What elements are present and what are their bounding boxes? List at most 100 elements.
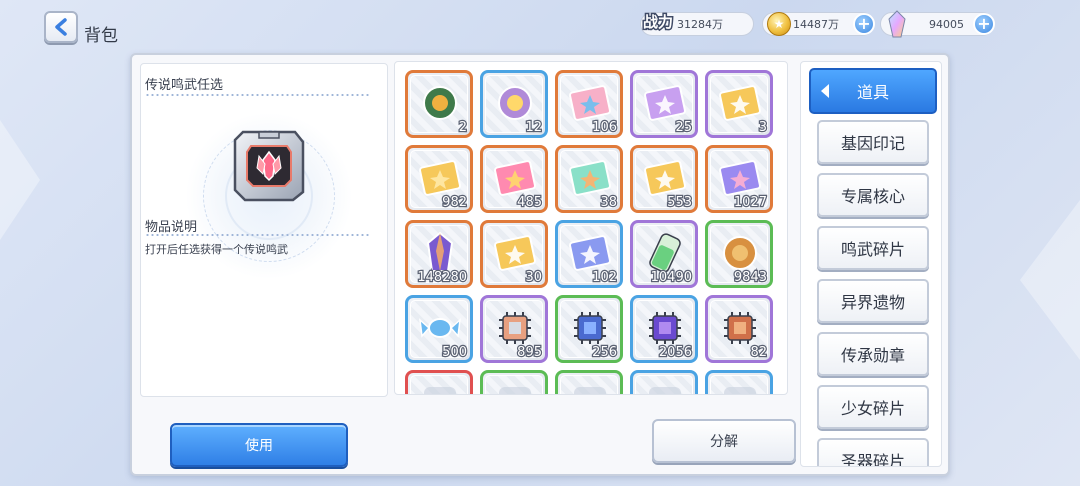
inventory-slot[interactable]: 102 (555, 220, 623, 288)
category-label: 鸣武碎片 (840, 240, 905, 259)
inventory-slot[interactable]: 82 (705, 295, 773, 363)
fairy-bug-icon (498, 86, 532, 120)
chip-purple-icon (649, 312, 681, 344)
item-count: 485 (516, 194, 543, 212)
back-button[interactable] (44, 11, 78, 43)
crystal-icon (426, 231, 454, 272)
gold-card-icon (419, 160, 461, 196)
inventory-slot[interactable]: 2 (405, 70, 473, 138)
item-grid: 2 12 106 25 3 982 485 38 553 1027 148280 30 102 10490… (405, 70, 773, 394)
use-button[interactable]: 使用 (170, 423, 348, 467)
partial-item-icon (499, 387, 531, 394)
item-count: 2056 (658, 344, 694, 362)
cauldron-icon (423, 86, 457, 120)
inventory-slot[interactable]: 30 (480, 220, 548, 288)
gem-icon (888, 10, 906, 38)
inventory-slot[interactable]: 38 (555, 145, 623, 213)
divider (145, 94, 371, 96)
item-name: 传说鸣武任选 (145, 78, 224, 93)
inventory-slot[interactable]: 485 (480, 145, 548, 213)
inventory-slot[interactable]: 982 (405, 145, 473, 213)
category-tab[interactable]: 少女碎片 (817, 385, 929, 429)
category-tab[interactable]: 基因印记 (817, 120, 929, 164)
inventory-slot[interactable] (480, 370, 548, 394)
inventory-slot[interactable]: 25 (630, 70, 698, 138)
dna-card-icon (719, 85, 761, 121)
legendary-box-icon (233, 130, 305, 202)
category-tab[interactable]: 异界遗物 (817, 279, 929, 323)
item-count: 9843 (733, 269, 769, 287)
item-grid-container[interactable]: 2 12 106 25 3 982 485 38 553 1027 148280 30 102 10490… (394, 61, 788, 395)
category-tab[interactable]: 鸣武碎片 (817, 226, 929, 270)
item-count: 256 (591, 344, 618, 362)
power-label: 战力 (641, 12, 674, 33)
inventory-slot[interactable]: 895 (480, 295, 548, 363)
inventory-slot[interactable]: 106 (555, 70, 623, 138)
item-count: 38 (599, 194, 618, 212)
inventory-slot[interactable]: 2056 (630, 295, 698, 363)
caret-left-icon (821, 84, 829, 98)
category-sidebar: 道具 基因印记 专属核心 鸣武碎片 异界遗物 传承勋章 少女碎片 圣器碎片 (800, 61, 942, 467)
inventory-slot[interactable]: 256 (555, 295, 623, 363)
item-count: 12 (524, 119, 543, 137)
item-count: 3 (757, 119, 768, 137)
inventory-slot[interactable] (705, 370, 773, 394)
inventory-slot[interactable]: 553 (630, 145, 698, 213)
partial-item-icon (724, 387, 756, 394)
shirt-ticket-icon (569, 85, 611, 121)
gem-value: 94005 (929, 17, 964, 31)
power-display: 战力 31284万 (640, 12, 754, 36)
chip-orange-icon (724, 312, 756, 344)
inventory-slot[interactable] (555, 370, 623, 394)
item-count: 553 (666, 194, 693, 212)
category-label: 专属核心 (840, 187, 905, 206)
coin-display: ★ 14487万 + (762, 12, 875, 36)
power-value: 31284万 (677, 18, 723, 31)
decompose-button[interactable]: 分解 (652, 419, 796, 463)
inventory-slot[interactable]: 10490 (630, 220, 698, 288)
item-count: 500 (441, 344, 468, 362)
category-tab[interactable]: 圣器碎片 (817, 438, 929, 467)
inventory-slot[interactable] (405, 370, 473, 394)
partial-item-icon (424, 387, 456, 394)
category-label: 异界遗物 (840, 293, 905, 312)
page-title: 背包 (84, 26, 118, 46)
battery-icon (649, 233, 681, 273)
inventory-slot[interactable]: 500 (405, 295, 473, 363)
item-count: 895 (516, 344, 543, 362)
star-purple-card-icon (569, 235, 611, 271)
inventory-panel: 传说鸣武任选 物品说明 打开后任选获得一个传说鸣武 2 12 106 25 3 982 48… (130, 53, 950, 476)
description-text: 打开后任选获得一个传说鸣武 (145, 243, 288, 256)
partial-item-icon (574, 387, 606, 394)
candy-icon (419, 318, 461, 338)
inventory-slot[interactable]: 12 (480, 70, 548, 138)
chevron-left-icon (55, 18, 67, 36)
inventory-slot[interactable]: 148280 (405, 220, 473, 288)
inventory-slot[interactable]: 3 (705, 70, 773, 138)
sword-card-icon (644, 160, 686, 196)
category-tab[interactable]: 传承勋章 (817, 332, 929, 376)
inventory-slot[interactable] (630, 370, 698, 394)
add-gem-button[interactable]: + (973, 13, 995, 35)
coin-stack-icon (723, 236, 757, 270)
category-tab[interactable]: 专属核心 (817, 173, 929, 217)
add-coin-button[interactable]: + (853, 13, 875, 35)
category-tab-items[interactable]: 道具 (809, 68, 937, 114)
item-count: 10490 (649, 269, 693, 287)
description-title: 物品说明 (145, 220, 198, 235)
item-count: 30 (524, 269, 543, 287)
item-count: 2 (457, 119, 468, 137)
gem-display: 94005 + (880, 10, 995, 38)
coin-icon: ★ (767, 12, 791, 36)
item-count: 82 (749, 344, 768, 362)
chip-box-icon (499, 312, 531, 344)
item-count: 106 (591, 119, 618, 137)
item-count: 102 (591, 269, 618, 287)
item-count: 1027 (733, 194, 769, 212)
inventory-slot[interactable]: 9843 (705, 220, 773, 288)
category-label: 圣器碎片 (840, 452, 905, 467)
coin-value: 14487万 (793, 18, 839, 31)
item-count: 25 (674, 119, 693, 137)
inventory-slot[interactable]: 1027 (705, 145, 773, 213)
smile-ticket-icon (644, 85, 686, 121)
